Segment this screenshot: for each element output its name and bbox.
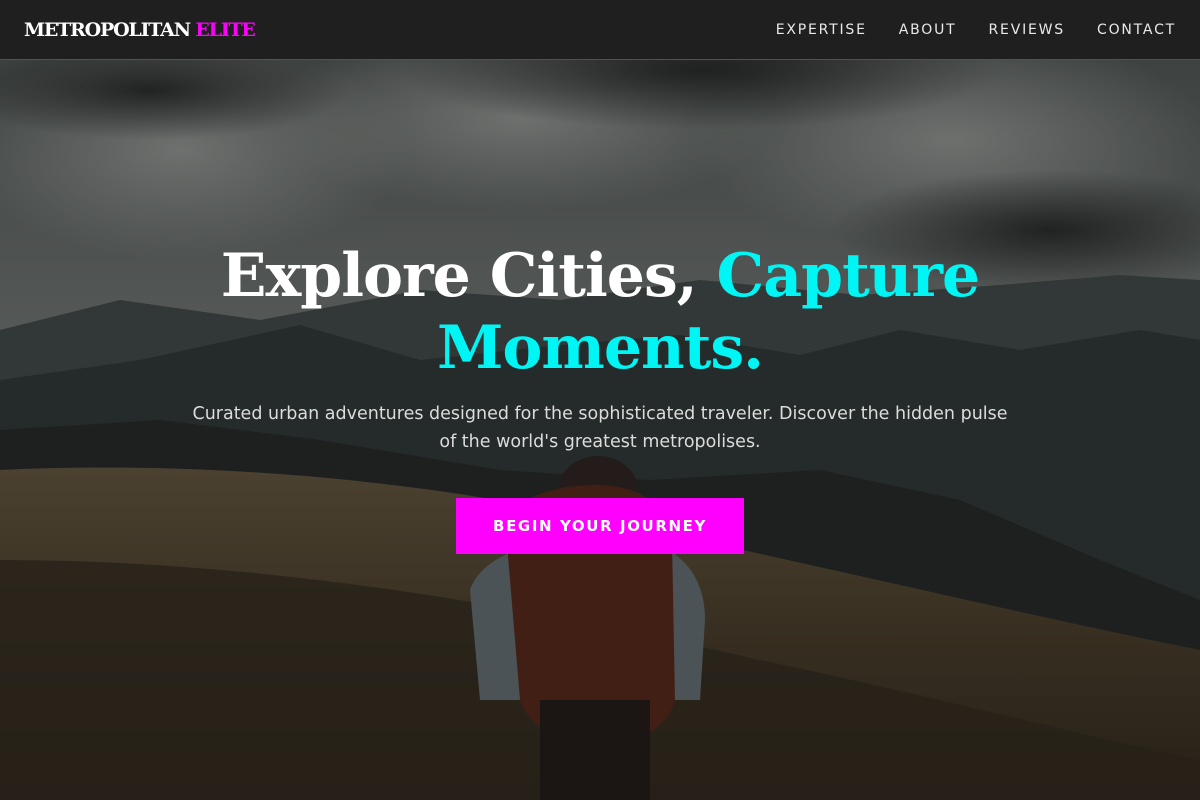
brand-name-accent: ELITE [195, 19, 256, 41]
landing-page: METROPOLITAN ELITE EXPERTISE ABOUT REVIE… [0, 0, 1200, 800]
nav-link-about[interactable]: ABOUT [899, 20, 957, 40]
hero-title-accent-1: Capture [716, 241, 981, 311]
brand-name-main: METROPOLITAN [24, 19, 191, 41]
hero-title: Explore Cities, Capture Moments. [0, 240, 1200, 384]
nav-link-expertise[interactable]: EXPERTISE [776, 20, 867, 40]
brand-logo[interactable]: METROPOLITAN ELITE [24, 18, 256, 42]
hero-subtitle: Curated urban adventures designed for th… [192, 404, 1008, 452]
hero-title-line-1: Explore Cities, Capture [0, 240, 1200, 312]
top-navbar: METROPOLITAN ELITE EXPERTISE ABOUT REVIE… [0, 0, 1200, 60]
hero-title-accent-2: Moments. [436, 313, 764, 383]
begin-journey-button[interactable]: BEGIN YOUR JOURNEY [456, 498, 744, 554]
main-nav: EXPERTISE ABOUT REVIEWS CONTACT [776, 20, 1176, 40]
hero-section: Explore Cities, Capture Moments. Curated… [0, 240, 1200, 554]
nav-link-reviews[interactable]: REVIEWS [989, 20, 1065, 40]
hero-title-white: Explore Cities, [220, 241, 698, 311]
nav-link-contact[interactable]: CONTACT [1097, 20, 1176, 40]
